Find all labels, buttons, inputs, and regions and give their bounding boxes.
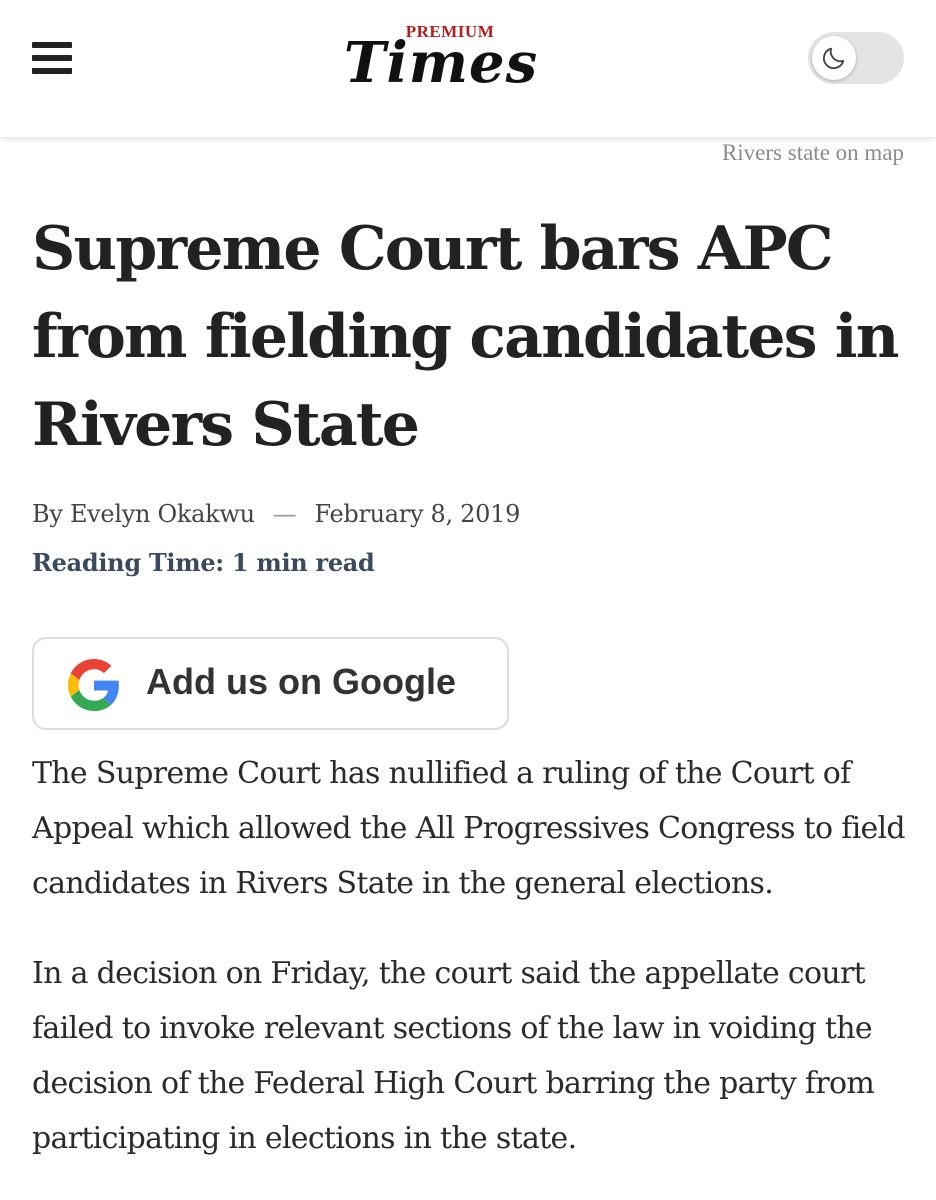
menu-bar (32, 42, 72, 48)
author-link[interactable]: Evelyn Okakwu (70, 500, 255, 528)
site-header: PREMIUM Times (0, 0, 936, 137)
toggle-knob (812, 36, 856, 80)
article-paragraph: In a decision on Friday, the court said … (32, 956, 875, 1156)
logo-times-text: Times (343, 30, 539, 96)
byline: By Evelyn Okakwu — February 8, 2019 (32, 500, 520, 528)
article-paragraph: The Supreme Court has nullified a ruling… (32, 756, 906, 901)
byline-prefix: By (32, 500, 63, 528)
google-g-icon (68, 659, 119, 711)
menu-bar (32, 68, 72, 74)
menu-bar (32, 55, 72, 61)
hamburger-menu-icon[interactable] (32, 40, 72, 76)
premium-times-logo[interactable]: PREMIUM Times (334, 22, 548, 100)
google-button-label: Add us on Google (146, 661, 456, 702)
dark-mode-toggle[interactable] (808, 32, 904, 84)
publish-date: February 8, 2019 (314, 500, 521, 528)
article-headline: Supreme Court bars APC from fielding can… (32, 214, 899, 460)
byline-separator: — (272, 500, 297, 528)
image-caption: Rivers state on map (721, 140, 904, 165)
moon-icon (822, 47, 845, 70)
reading-time: Reading Time: 1 min read (32, 548, 375, 577)
add-us-on-google-button[interactable]: Add us on Google (32, 637, 509, 730)
